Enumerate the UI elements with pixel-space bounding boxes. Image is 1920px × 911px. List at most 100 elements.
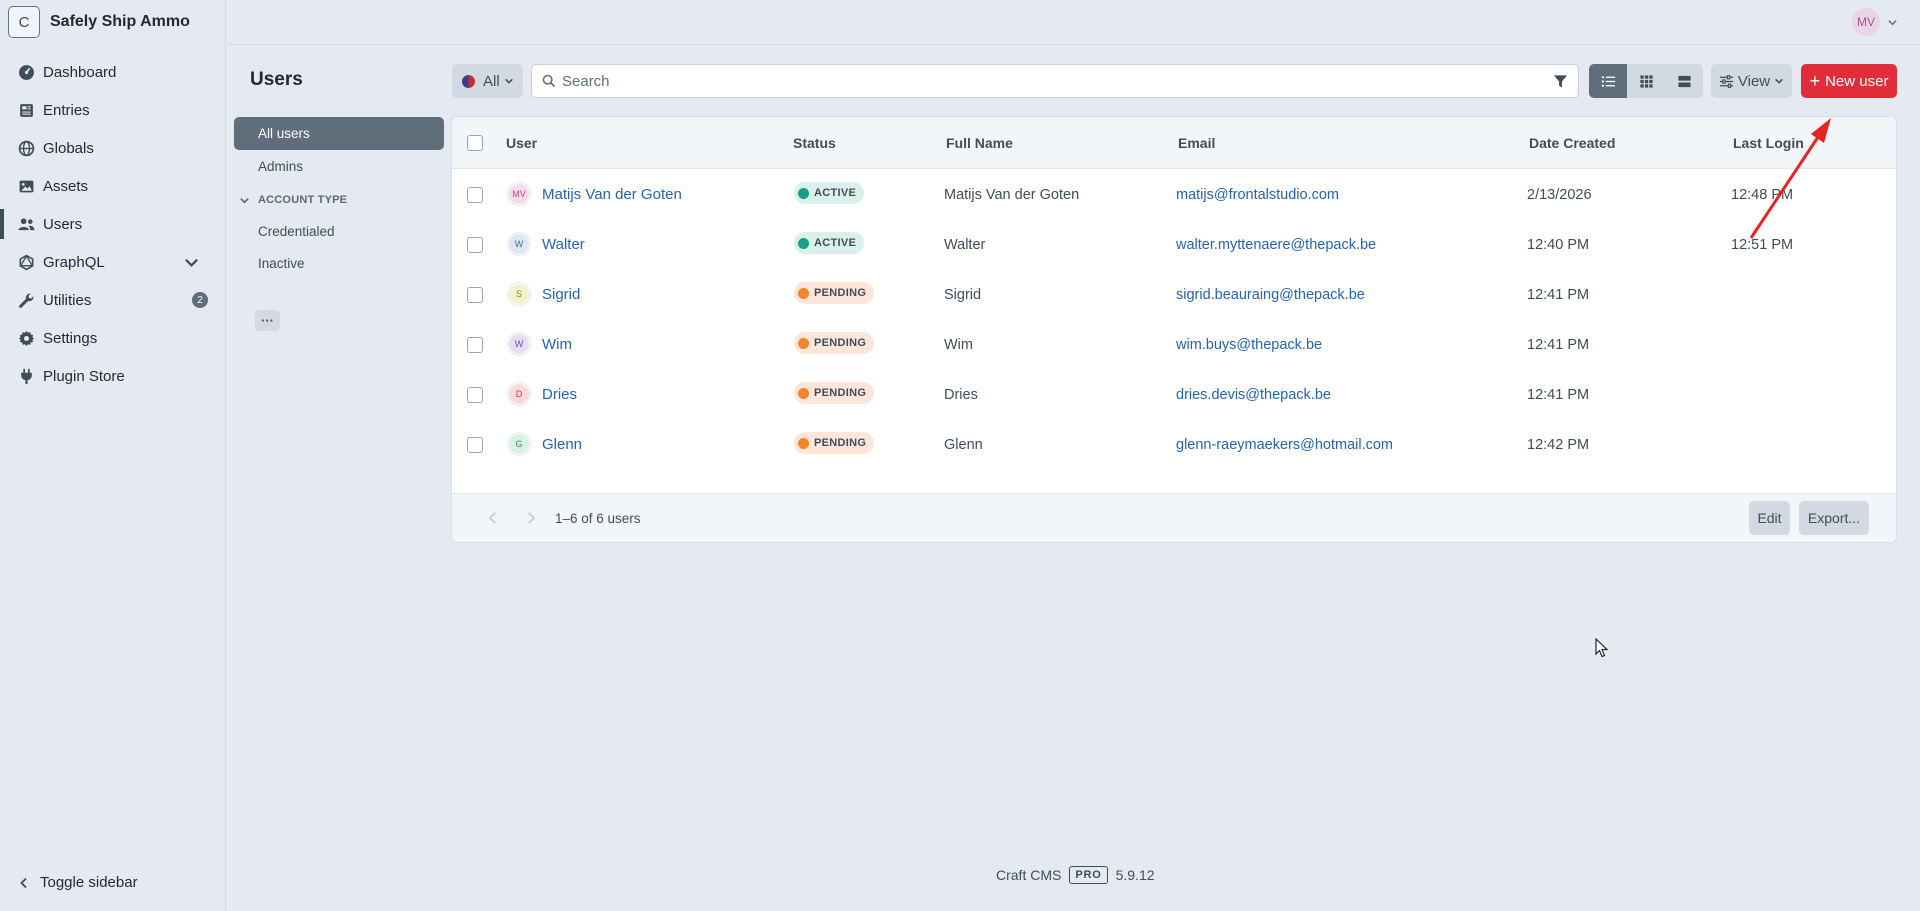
column-header-status[interactable]: Status bbox=[793, 135, 836, 151]
nav-item-assets[interactable]: Assets bbox=[0, 167, 226, 205]
email-link[interactable]: glenn-raeymaekers@hotmail.com bbox=[1176, 437, 1393, 453]
email-link[interactable]: dries.devis@thepack.be bbox=[1176, 387, 1331, 403]
user-link[interactable]: Matijs Van der Goten bbox=[542, 186, 682, 203]
source-credentialed[interactable]: Credentialed bbox=[234, 215, 444, 248]
email-link[interactable]: wim.buys@thepack.be bbox=[1176, 337, 1322, 353]
email-link[interactable]: sigrid.beauraing@thepack.be bbox=[1176, 287, 1365, 303]
status-dot bbox=[798, 187, 809, 199]
site-name[interactable]: Safely Ship Ammo bbox=[50, 13, 190, 31]
user-avatar[interactable]: MV bbox=[1852, 8, 1880, 36]
full-name-cell: Sigrid bbox=[944, 287, 982, 303]
chevron-left-icon bbox=[20, 877, 27, 888]
user-link[interactable]: Glenn bbox=[542, 436, 582, 453]
toggle-sidebar-button[interactable]: Toggle sidebar bbox=[18, 874, 138, 891]
status-label: PENDING bbox=[814, 287, 867, 299]
user-link[interactable]: Wim bbox=[542, 336, 572, 353]
chevron-down-icon[interactable] bbox=[183, 254, 200, 271]
user-link[interactable]: Sigrid bbox=[542, 286, 580, 303]
row-checkbox[interactable] bbox=[467, 237, 483, 253]
grid-view-button[interactable] bbox=[1627, 64, 1665, 98]
nav-item-dashboard[interactable]: Dashboard bbox=[0, 53, 226, 91]
site-initial-icon: C bbox=[8, 6, 40, 38]
row-checkbox[interactable] bbox=[467, 287, 483, 303]
user-avatar: W bbox=[508, 233, 530, 255]
nav-item-graphql[interactable]: GraphQL bbox=[0, 243, 226, 281]
nav-label: Users bbox=[43, 215, 83, 233]
table-row: G Glenn PENDING Glenn glenn-raeymaekers@… bbox=[452, 420, 1896, 470]
chevron-left-icon[interactable] bbox=[486, 511, 500, 525]
filter-icon[interactable] bbox=[1553, 74, 1568, 89]
full-name-cell: Matijs Van der Goten bbox=[944, 187, 1080, 203]
status-badge: PENDING bbox=[794, 432, 875, 454]
chevron-down-icon[interactable] bbox=[1887, 17, 1898, 28]
nav-item-entries[interactable]: Entries bbox=[0, 91, 226, 129]
status-label: ACTIVE bbox=[814, 237, 857, 249]
page-title: Users bbox=[250, 69, 303, 90]
chevron-right-icon[interactable] bbox=[524, 511, 538, 525]
status-label: ACTIVE bbox=[814, 187, 857, 199]
user-avatar: MV bbox=[508, 183, 530, 205]
more-sources-button[interactable]: ··· bbox=[255, 310, 280, 331]
row-checkbox[interactable] bbox=[467, 187, 483, 203]
select-all-checkbox[interactable] bbox=[467, 135, 483, 151]
main-nav: Dashboard Entries Globals Assets Users G… bbox=[0, 53, 226, 395]
date-created-cell: 12:40 PM bbox=[1527, 237, 1590, 253]
cards-view-button[interactable] bbox=[1665, 64, 1703, 98]
column-header-email[interactable]: Email bbox=[1178, 135, 1215, 151]
site-menu-button[interactable]: All bbox=[452, 64, 523, 98]
full-name-cell: Walter bbox=[944, 237, 986, 253]
row-checkbox[interactable] bbox=[467, 337, 483, 353]
column-header-date-created[interactable]: Date Created bbox=[1529, 135, 1615, 151]
source-all-users[interactable]: All users bbox=[234, 117, 444, 150]
pagination-count: 1–6 of 6 users bbox=[555, 511, 641, 526]
email-link[interactable]: walter.myttenaere@thepack.be bbox=[1176, 237, 1376, 253]
mouse-cursor-icon bbox=[1595, 638, 1609, 658]
table-view-button[interactable] bbox=[1589, 64, 1627, 98]
view-mode-group bbox=[1589, 64, 1703, 98]
nav-item-plugin-store[interactable]: Plugin Store bbox=[0, 357, 226, 395]
view-menu-button[interactable]: View bbox=[1711, 64, 1792, 98]
nav-label: Assets bbox=[43, 177, 89, 195]
row-checkbox[interactable] bbox=[467, 387, 483, 403]
source-heading-label: Account Type bbox=[258, 194, 348, 206]
export-button[interactable]: Export... bbox=[1799, 501, 1869, 535]
search-box[interactable] bbox=[531, 64, 1579, 98]
row-checkbox[interactable] bbox=[467, 437, 483, 453]
nav-item-utilities[interactable]: Utilities 2 bbox=[0, 281, 226, 319]
column-header-full-name[interactable]: Full Name bbox=[946, 135, 1013, 151]
status-badge: PENDING bbox=[794, 382, 875, 404]
rows-icon bbox=[1677, 75, 1691, 87]
full-name-cell: Wim bbox=[944, 337, 973, 353]
nav-item-globals[interactable]: Globals bbox=[0, 129, 226, 167]
nav-item-users[interactable]: Users bbox=[0, 205, 226, 243]
chevron-down-icon bbox=[1775, 78, 1783, 84]
new-user-label: New user bbox=[1825, 72, 1889, 90]
column-header-user[interactable]: User bbox=[506, 135, 537, 151]
status-label: PENDING bbox=[814, 437, 867, 449]
image-icon bbox=[19, 180, 34, 192]
source-inactive[interactable]: Inactive bbox=[234, 248, 444, 279]
search-input[interactable] bbox=[562, 72, 1553, 90]
email-link[interactable]: matijs@frontalstudio.com bbox=[1176, 187, 1339, 203]
toggle-sidebar-label: Toggle sidebar bbox=[40, 874, 138, 891]
source-admins[interactable]: Admins bbox=[234, 150, 444, 183]
status-dot bbox=[798, 237, 809, 249]
newspaper-icon bbox=[20, 103, 33, 117]
full-name-cell: Dries bbox=[944, 387, 978, 403]
nav-item-settings[interactable]: Settings bbox=[0, 319, 226, 357]
edit-button[interactable]: Edit bbox=[1749, 501, 1790, 535]
status-label: PENDING bbox=[814, 387, 867, 399]
source-heading-account-type[interactable]: Account Type bbox=[234, 185, 444, 215]
new-user-button[interactable]: + New user bbox=[1801, 64, 1897, 98]
version-number: 5.9.12 bbox=[1115, 867, 1155, 883]
column-header-last-login[interactable]: Last Login bbox=[1733, 135, 1804, 151]
header-bar: MV bbox=[227, 0, 1920, 45]
gear-icon bbox=[18, 330, 35, 346]
user-link[interactable]: Dries bbox=[542, 386, 577, 403]
table-footer: 1–6 of 6 users Edit Export... bbox=[452, 493, 1896, 542]
status-badge: ACTIVE bbox=[794, 182, 865, 204]
user-link[interactable]: Walter bbox=[542, 236, 585, 253]
chevron-down-icon bbox=[240, 197, 249, 204]
site-switcher[interactable]: C Safely Ship Ammo bbox=[8, 6, 190, 38]
nav-label: Settings bbox=[43, 329, 98, 347]
